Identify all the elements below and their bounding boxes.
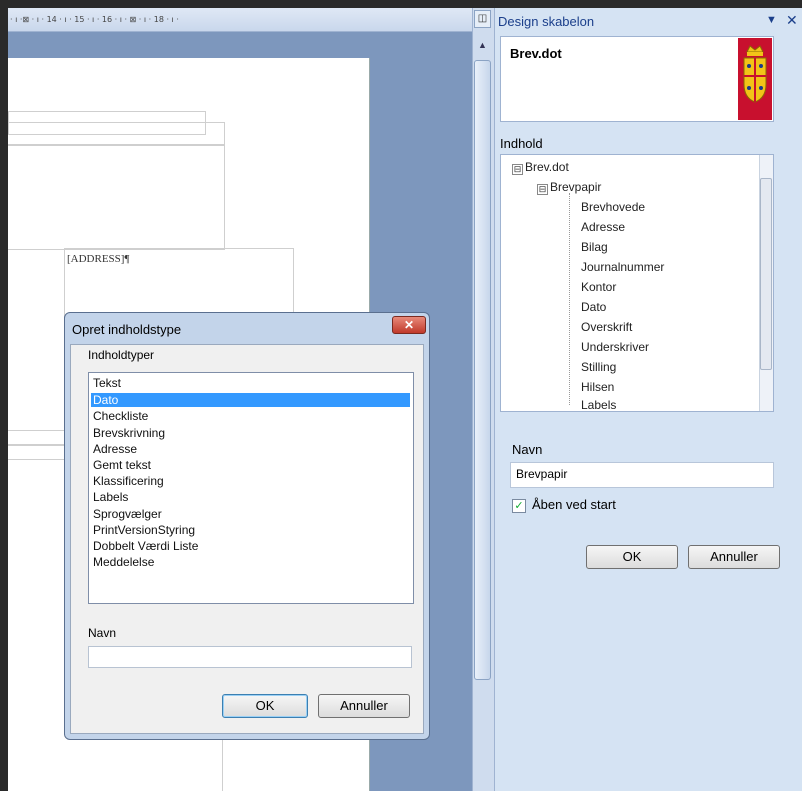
dialog-cancel-button[interactable]: Annuller xyxy=(318,694,410,718)
collapse-icon[interactable]: ⊟ xyxy=(512,164,523,175)
open-at-start-label: Åben ved start xyxy=(532,497,616,512)
pane-cancel-button[interactable]: Annuller xyxy=(688,545,780,569)
dialog-name-field[interactable] xyxy=(88,646,412,668)
tree-item[interactable]: Hilsen xyxy=(581,380,614,394)
name-label: Navn xyxy=(512,442,543,457)
list-item[interactable]: Checkliste xyxy=(91,409,410,423)
tree-item[interactable]: Stilling xyxy=(581,360,616,374)
content-types-label: Indholdtyper xyxy=(88,348,155,362)
list-item[interactable]: Adresse xyxy=(91,442,410,456)
placeholder-header-box xyxy=(8,122,225,146)
collapse-icon[interactable]: ⊟ xyxy=(537,184,548,195)
scroll-up-icon[interactable]: ▲ xyxy=(474,40,491,56)
tree-item[interactable]: Dato xyxy=(581,300,606,314)
name-field[interactable]: Brevpapir xyxy=(510,462,774,488)
list-item[interactable]: Klassificering xyxy=(91,474,410,488)
tree-connector-line xyxy=(569,193,571,405)
content-tree[interactable]: ⊟ Brev.dot ⊟ Brevpapir Brevhovede Adress… xyxy=(500,154,774,412)
horizontal-ruler[interactable]: · ı ·⊠ · ı · 14 · ı · 15 · ı · 16 · ı · … xyxy=(8,8,472,32)
task-pane-title: Design skabelon xyxy=(498,14,595,29)
list-item[interactable]: Meddelelse xyxy=(91,555,410,569)
tree-item[interactable]: Kontor xyxy=(581,280,616,294)
task-pane-toggle-button[interactable]: ◫ xyxy=(474,10,491,28)
list-item[interactable]: PrintVersionStyring xyxy=(91,523,410,537)
template-name: Brev.dot xyxy=(510,46,562,61)
dialog-ok-button[interactable]: OK xyxy=(222,694,308,718)
coat-of-arms-logo xyxy=(738,38,772,120)
list-item[interactable]: Labels xyxy=(91,490,410,504)
list-item[interactable]: Brevskrivning xyxy=(91,426,410,440)
tree-scroll-thumb[interactable] xyxy=(760,178,772,370)
address-field[interactable]: [ADDRESS]¶ xyxy=(65,249,129,265)
tree-item[interactable]: Underskriver xyxy=(581,340,649,354)
task-pane-dropdown-icon[interactable]: ▼ xyxy=(766,14,777,26)
task-pane-icon: ◫ xyxy=(477,13,488,24)
content-label: Indhold xyxy=(500,136,543,151)
placeholder-small-line xyxy=(8,444,69,460)
placeholder-body-box xyxy=(8,144,225,250)
tree-item[interactable]: Journalnummer xyxy=(581,260,664,274)
dialog-title: Opret indholdstype xyxy=(72,322,182,337)
task-pane-close-icon[interactable]: ✕ xyxy=(786,12,798,29)
tree-item[interactable]: Bilag xyxy=(581,240,608,254)
tree-item[interactable]: Adresse xyxy=(581,220,625,234)
tree-item[interactable]: Overskrift xyxy=(581,320,632,334)
dialog-name-label: Navn xyxy=(88,626,117,640)
pane-ok-button[interactable]: OK xyxy=(586,545,678,569)
tree-item-brevpapir[interactable]: Brevpapir xyxy=(550,180,601,194)
tree-item-brev-dot[interactable]: Brev.dot xyxy=(525,160,569,174)
list-item[interactable]: Sprogvælger xyxy=(91,507,410,521)
dialog-close-icon[interactable]: ✕ xyxy=(392,316,426,334)
document-scroll-thumb[interactable] xyxy=(474,60,491,680)
list-item[interactable]: Gemt tekst xyxy=(91,458,410,472)
open-at-start-checkbox[interactable]: ✓ xyxy=(512,499,526,513)
tree-item[interactable]: Labels xyxy=(581,398,616,412)
tree-item[interactable]: Brevhovede xyxy=(581,200,645,214)
list-item[interactable]: Dobbelt Værdi Liste xyxy=(91,539,410,553)
list-item[interactable]: Tekst xyxy=(91,376,410,390)
coat-of-arms-icon xyxy=(743,45,767,103)
list-item-selected[interactable]: Dato xyxy=(91,393,410,407)
